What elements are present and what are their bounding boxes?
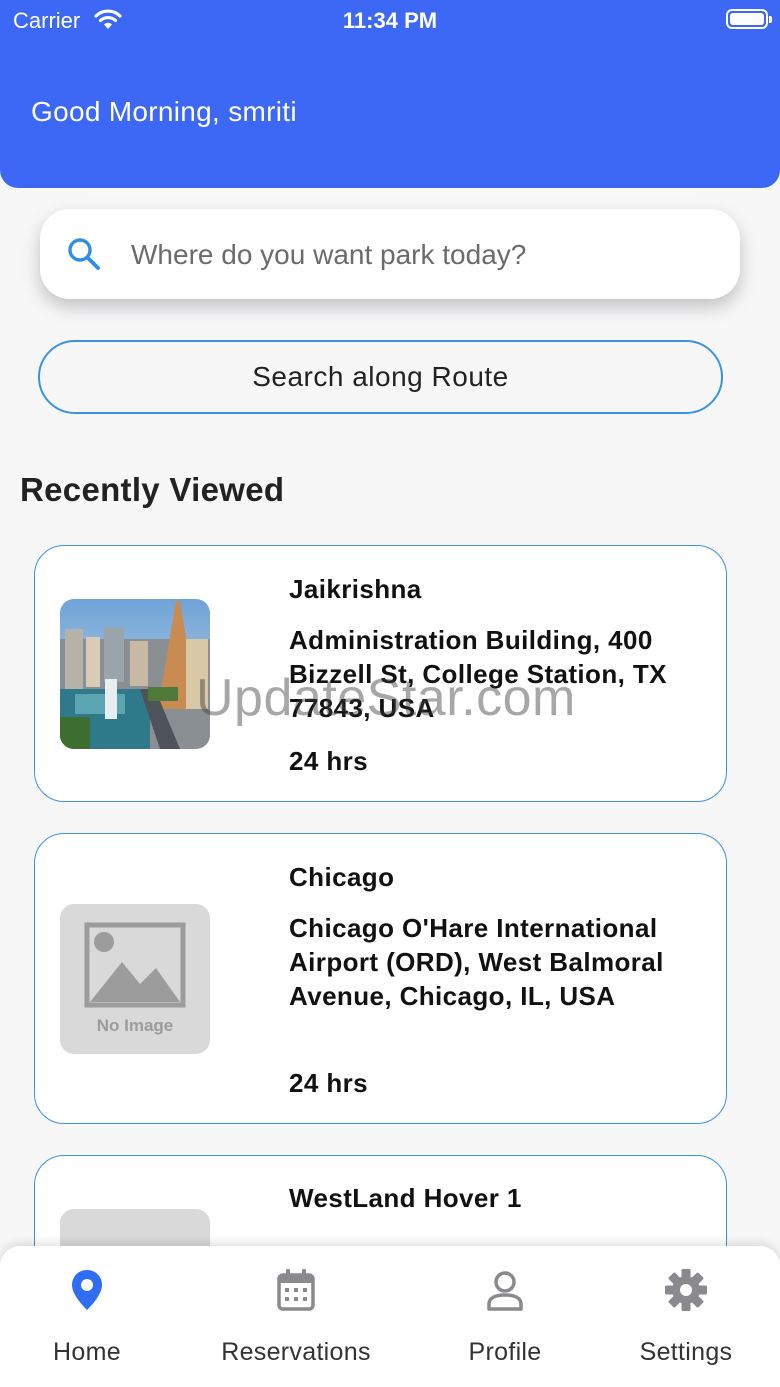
section-title-recently-viewed: Recently Viewed (20, 471, 285, 508)
card-address: Chicago O'Hare International Airport (OR… (289, 913, 664, 1011)
tab-home[interactable]: Home (22, 1246, 152, 1387)
user-icon (487, 1271, 523, 1311)
card-hours: 24 hrs (289, 1068, 369, 1098)
no-image-label: No Image (96, 1016, 174, 1035)
card-title: Jaikrishna (289, 574, 422, 604)
calendar-icon (277, 1269, 315, 1311)
tab-bar: Home Reservations Profile Settings (0, 1246, 780, 1387)
tab-settings[interactable]: Settings (620, 1246, 752, 1387)
tab-reservations[interactable]: Reservations (206, 1246, 386, 1387)
clock: 11:34 PM (342, 8, 438, 33)
tab-label: Home (53, 1338, 121, 1366)
place-photo (60, 599, 210, 749)
search-along-route-button[interactable]: Search along Route (38, 340, 723, 414)
tab-label: Profile (468, 1338, 542, 1366)
battery-icon (726, 9, 772, 29)
tab-label: Reservations (221, 1338, 371, 1366)
no-image-placeholder: No Image (60, 904, 210, 1054)
card-title: WestLand Hover 1 (289, 1183, 522, 1213)
greeting: Good Morning, smriti (31, 96, 297, 127)
card-title: Chicago (289, 862, 395, 892)
header: Carrier 11:34 PM Good Morning, smriti (0, 0, 780, 188)
gear-icon (665, 1269, 707, 1311)
watermark: UpdateStar.com (196, 669, 576, 727)
image-placeholder-icon (84, 922, 186, 1008)
card-hours: 24 hrs (289, 746, 369, 776)
tab-profile[interactable]: Profile (445, 1246, 565, 1387)
search-input[interactable] (131, 235, 691, 275)
search-icon (68, 238, 100, 270)
tab-label: Settings (639, 1338, 733, 1366)
status-bar: Carrier 11:34 PM (0, 0, 780, 40)
location-pin-icon (72, 1270, 102, 1310)
recent-card-chicago[interactable]: No Image Chicago Chicago O'Hare Internat… (34, 833, 727, 1124)
